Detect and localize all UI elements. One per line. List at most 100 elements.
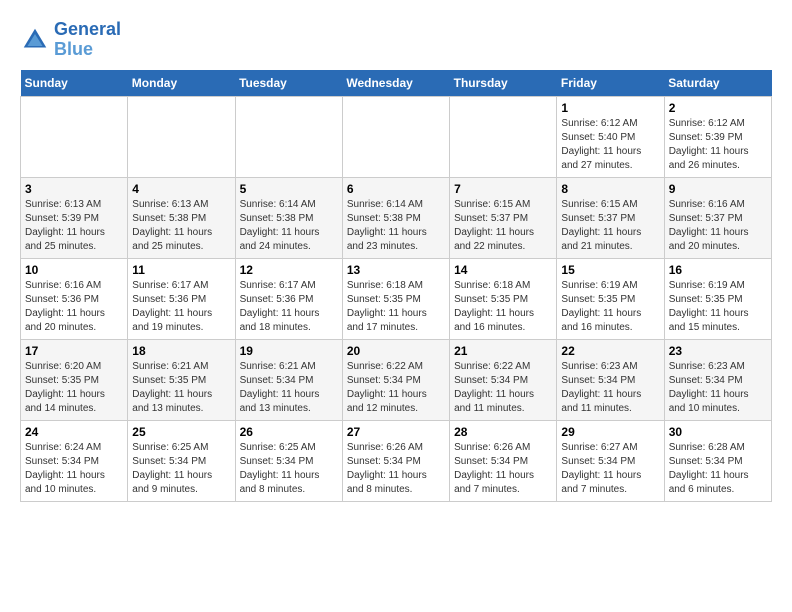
weekday-header-saturday: Saturday: [664, 70, 771, 97]
day-number: 4: [132, 182, 230, 196]
calendar-week-1: 1Sunrise: 6:12 AM Sunset: 5:40 PM Daylig…: [21, 96, 772, 177]
weekday-header-thursday: Thursday: [450, 70, 557, 97]
day-info: Sunrise: 6:26 AM Sunset: 5:34 PM Dayligh…: [347, 441, 445, 497]
day-info: Sunrise: 6:16 AM Sunset: 5:37 PM Dayligh…: [669, 198, 767, 254]
calendar-cell: 1Sunrise: 6:12 AM Sunset: 5:40 PM Daylig…: [557, 96, 664, 177]
calendar-cell: 9 Sunrise: 6:16 AM Sunset: 5:37 PM Daylig…: [664, 177, 771, 258]
calendar-cell: 3Sunrise: 6:13 AM Sunset: 5:39 PM Daylig…: [21, 177, 128, 258]
calendar-cell: 29Sunrise: 6:27 AM Sunset: 5:34 PM Dayli…: [557, 420, 664, 501]
calendar-cell: [342, 96, 449, 177]
logo: General Blue: [20, 20, 121, 60]
day-info: Sunrise: 6:22 AM Sunset: 5:34 PM Dayligh…: [347, 360, 445, 416]
day-info: Sunrise: 6:15 AM Sunset: 5:37 PM Dayligh…: [561, 198, 659, 254]
calendar-cell: 23Sunrise: 6:23 AM Sunset: 5:34 PM Dayli…: [664, 339, 771, 420]
calendar-cell: [21, 96, 128, 177]
day-number: 16: [669, 263, 767, 277]
calendar-cell: 6 Sunrise: 6:14 AM Sunset: 5:38 PM Daylig…: [342, 177, 449, 258]
day-info: Sunrise: 6:26 AM Sunset: 5:34 PM Dayligh…: [454, 441, 552, 497]
day-info: Sunrise: 6:17 AM Sunset: 5:36 PM Dayligh…: [132, 279, 230, 335]
day-info: Sunrise: 6:25 AM Sunset: 5:34 PM Dayligh…: [240, 441, 338, 497]
day-number: 10: [25, 263, 123, 277]
day-number: 15: [561, 263, 659, 277]
day-info: Sunrise: 6:14 AM Sunset: 5:38 PM Dayligh…: [240, 198, 338, 254]
calendar-week-4: 17 Sunrise: 6:20 AM Sunset: 5:35 PM Dayli…: [21, 339, 772, 420]
calendar-cell: [450, 96, 557, 177]
calendar-cell: 11Sunrise: 6:17 AM Sunset: 5:36 PM Dayli…: [128, 258, 235, 339]
day-info: Sunrise: 6:12 AM Sunset: 5:39 PM Dayligh…: [669, 117, 767, 173]
calendar-cell: 16 Sunrise: 6:19 AM Sunset: 5:35 PM Dayli…: [664, 258, 771, 339]
day-number: 12: [240, 263, 338, 277]
calendar-week-5: 24 Sunrise: 6:24 AM Sunset: 5:34 PM Dayli…: [21, 420, 772, 501]
day-number: 7: [454, 182, 552, 196]
day-number: 17: [25, 344, 123, 358]
day-info: Sunrise: 6:12 AM Sunset: 5:40 PM Dayligh…: [561, 117, 659, 173]
day-info: Sunrise: 6:16 AM Sunset: 5:36 PM Dayligh…: [25, 279, 123, 335]
calendar-cell: [128, 96, 235, 177]
day-info: Sunrise: 6:13 AM Sunset: 5:38 PM Dayligh…: [132, 198, 230, 254]
day-number: 18: [132, 344, 230, 358]
day-info: Sunrise: 6:23 AM Sunset: 5:34 PM Dayligh…: [561, 360, 659, 416]
calendar-cell: [235, 96, 342, 177]
day-info: Sunrise: 6:21 AM Sunset: 5:35 PM Dayligh…: [132, 360, 230, 416]
day-number: 20: [347, 344, 445, 358]
day-number: 8: [561, 182, 659, 196]
day-info: Sunrise: 6:25 AM Sunset: 5:34 PM Dayligh…: [132, 441, 230, 497]
day-info: Sunrise: 6:21 AM Sunset: 5:34 PM Dayligh…: [240, 360, 338, 416]
day-info: Sunrise: 6:14 AM Sunset: 5:38 PM Dayligh…: [347, 198, 445, 254]
calendar-cell: 19 Sunrise: 6:21 AM Sunset: 5:34 PM Dayli…: [235, 339, 342, 420]
day-number: 13: [347, 263, 445, 277]
day-number: 19: [240, 344, 338, 358]
weekday-header-monday: Monday: [128, 70, 235, 97]
calendar-cell: 26 Sunrise: 6:25 AM Sunset: 5:34 PM Dayli…: [235, 420, 342, 501]
day-number: 24: [25, 425, 123, 439]
day-info: Sunrise: 6:18 AM Sunset: 5:35 PM Dayligh…: [454, 279, 552, 335]
logo-text: General Blue: [54, 20, 121, 60]
calendar-cell: 10 Sunrise: 6:16 AM Sunset: 5:36 PM Dayli…: [21, 258, 128, 339]
calendar-cell: 4 Sunrise: 6:13 AM Sunset: 5:38 PM Daylig…: [128, 177, 235, 258]
calendar-week-2: 3Sunrise: 6:13 AM Sunset: 5:39 PM Daylig…: [21, 177, 772, 258]
day-number: 25: [132, 425, 230, 439]
day-number: 9: [669, 182, 767, 196]
calendar-week-3: 10 Sunrise: 6:16 AM Sunset: 5:36 PM Dayli…: [21, 258, 772, 339]
day-info: Sunrise: 6:19 AM Sunset: 5:35 PM Dayligh…: [669, 279, 767, 335]
calendar-cell: 18 Sunrise: 6:21 AM Sunset: 5:35 PM Dayli…: [128, 339, 235, 420]
day-info: Sunrise: 6:15 AM Sunset: 5:37 PM Dayligh…: [454, 198, 552, 254]
day-number: 21: [454, 344, 552, 358]
calendar-cell: 21Sunrise: 6:22 AM Sunset: 5:34 PM Dayli…: [450, 339, 557, 420]
calendar-cell: 24 Sunrise: 6:24 AM Sunset: 5:34 PM Dayli…: [21, 420, 128, 501]
day-info: Sunrise: 6:28 AM Sunset: 5:34 PM Dayligh…: [669, 441, 767, 497]
day-number: 14: [454, 263, 552, 277]
day-number: 29: [561, 425, 659, 439]
weekday-header-sunday: Sunday: [21, 70, 128, 97]
calendar-cell: 25 Sunrise: 6:25 AM Sunset: 5:34 PM Dayli…: [128, 420, 235, 501]
day-info: Sunrise: 6:24 AM Sunset: 5:34 PM Dayligh…: [25, 441, 123, 497]
calendar-cell: 5 Sunrise: 6:14 AM Sunset: 5:38 PM Daylig…: [235, 177, 342, 258]
day-number: 2: [669, 101, 767, 115]
calendar-cell: 2 Sunrise: 6:12 AM Sunset: 5:39 PM Daylig…: [664, 96, 771, 177]
day-number: 30: [669, 425, 767, 439]
day-number: 28: [454, 425, 552, 439]
calendar-cell: 7 Sunrise: 6:15 AM Sunset: 5:37 PM Daylig…: [450, 177, 557, 258]
weekday-header-tuesday: Tuesday: [235, 70, 342, 97]
calendar-cell: 20 Sunrise: 6:22 AM Sunset: 5:34 PM Dayli…: [342, 339, 449, 420]
calendar-cell: 15Sunrise: 6:19 AM Sunset: 5:35 PM Dayli…: [557, 258, 664, 339]
day-info: Sunrise: 6:23 AM Sunset: 5:34 PM Dayligh…: [669, 360, 767, 416]
calendar-cell: 22 Sunrise: 6:23 AM Sunset: 5:34 PM Dayli…: [557, 339, 664, 420]
calendar-cell: 13 Sunrise: 6:18 AM Sunset: 5:35 PM Dayli…: [342, 258, 449, 339]
logo-icon: [20, 25, 50, 55]
day-number: 22: [561, 344, 659, 358]
day-info: Sunrise: 6:18 AM Sunset: 5:35 PM Dayligh…: [347, 279, 445, 335]
day-number: 5: [240, 182, 338, 196]
calendar-cell: 14 Sunrise: 6:18 AM Sunset: 5:35 PM Dayli…: [450, 258, 557, 339]
calendar-cell: 12 Sunrise: 6:17 AM Sunset: 5:36 PM Dayli…: [235, 258, 342, 339]
day-number: 26: [240, 425, 338, 439]
day-number: 3: [25, 182, 123, 196]
day-info: Sunrise: 6:20 AM Sunset: 5:35 PM Dayligh…: [25, 360, 123, 416]
day-number: 6: [347, 182, 445, 196]
calendar-cell: 30 Sunrise: 6:28 AM Sunset: 5:34 PM Dayli…: [664, 420, 771, 501]
calendar-cell: 27 Sunrise: 6:26 AM Sunset: 5:34 PM Dayli…: [342, 420, 449, 501]
calendar-table: SundayMondayTuesdayWednesdayThursdayFrid…: [20, 70, 772, 502]
day-info: Sunrise: 6:17 AM Sunset: 5:36 PM Dayligh…: [240, 279, 338, 335]
calendar-cell: 17 Sunrise: 6:20 AM Sunset: 5:35 PM Dayli…: [21, 339, 128, 420]
day-number: 27: [347, 425, 445, 439]
